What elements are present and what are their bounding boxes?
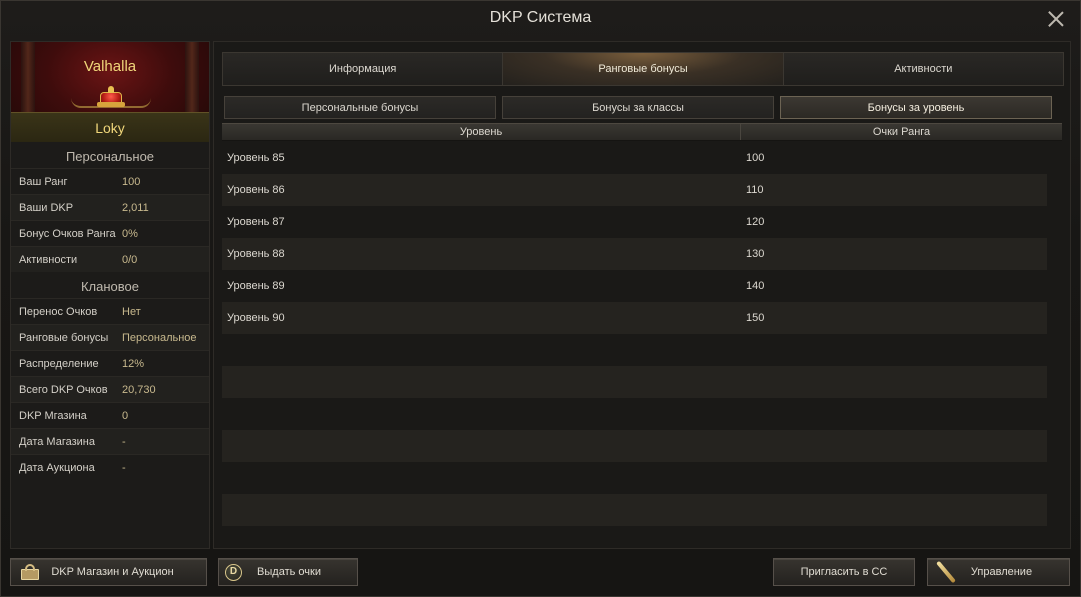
tab-3[interactable]: Активности bbox=[783, 53, 1063, 85]
column-header-level: Уровень bbox=[222, 124, 741, 140]
dkp-window: DKP Система Valhalla Loky Персональное В… bbox=[0, 0, 1081, 597]
table-row bbox=[222, 334, 1047, 366]
invite-button[interactable]: Пригласить в СС bbox=[773, 558, 915, 586]
stat-value: Персональное bbox=[122, 331, 197, 344]
sub-tabs: Персональные бонусы Бонусы за классы Бонус… bbox=[224, 96, 1054, 120]
stat-value: 2,011 bbox=[122, 201, 149, 214]
rank-points-cell: 120 bbox=[746, 216, 765, 228]
manage-button[interactable]: Управление bbox=[927, 558, 1070, 586]
stat-label: Распределение bbox=[19, 357, 99, 370]
table-row bbox=[222, 462, 1047, 494]
invite-label: Пригласить в СС bbox=[800, 566, 888, 578]
stat-row: Бонус Очков Ранга 0% bbox=[11, 220, 209, 246]
stat-label: Перенос Очков bbox=[19, 305, 98, 318]
subtab-1[interactable]: Персональные бонусы bbox=[224, 96, 496, 119]
table-row: Уровень 89 140 bbox=[222, 270, 1047, 302]
crown-icon bbox=[97, 86, 125, 108]
rank-points-cell: 130 bbox=[746, 248, 765, 260]
guild-name: Valhalla bbox=[83, 58, 137, 75]
stat-row: Распределение 12% bbox=[11, 350, 209, 376]
stat-value: Нет bbox=[122, 305, 141, 318]
feather-icon bbox=[934, 561, 956, 583]
clan-section-title: Клановое bbox=[80, 279, 140, 294]
table-row: Уровень 87 120 bbox=[222, 206, 1047, 238]
rank-points-cell: 100 bbox=[746, 152, 765, 164]
level-cell: Уровень 85 bbox=[227, 152, 285, 164]
close-icon[interactable] bbox=[1047, 10, 1065, 28]
stat-row: Ранговые бонусы Персональное bbox=[11, 324, 209, 350]
rank-points-cell: 150 bbox=[746, 312, 765, 324]
subtab-2[interactable]: Бонусы за классы bbox=[502, 96, 774, 119]
dkp-shop-auction-label: DKP Магазин и Аукцион bbox=[51, 566, 174, 578]
table-row: Уровень 90 150 bbox=[222, 302, 1047, 334]
personal-stats: Ваш Ранг 100 Ваши DKP 2,011 Бонус Очков Ранг… bbox=[11, 168, 209, 272]
table-row bbox=[222, 494, 1047, 526]
rank-points-cell: 110 bbox=[746, 184, 764, 196]
stat-row: DKP Мгазина 0 bbox=[11, 402, 209, 428]
table-row bbox=[222, 430, 1047, 462]
stat-label: Бонус Очков Ранга bbox=[19, 227, 116, 240]
dkp-shop-auction-button[interactable]: DKP Магазин и Аукцион bbox=[10, 558, 207, 586]
stat-row: Ваши DKP 2,011 bbox=[11, 194, 209, 220]
stat-value: 0/0 bbox=[122, 253, 138, 266]
window-title: DKP Система bbox=[489, 9, 592, 26]
stat-value: 0% bbox=[122, 227, 138, 240]
stat-label: Ваш Ранг bbox=[19, 175, 68, 188]
content-panel: Информация Ранговые бонусы Активности Перс… bbox=[213, 41, 1071, 549]
level-cell: Уровень 86 bbox=[227, 184, 285, 196]
clan-stats: Перенос Очков Нет Ранговые бонусы Персональ… bbox=[11, 298, 209, 480]
stat-row: Всего DKP Очков 20,730 bbox=[11, 376, 209, 402]
table-row: Уровень 88 130 bbox=[222, 238, 1047, 270]
manage-label: Управление bbox=[970, 566, 1033, 578]
table-row bbox=[222, 366, 1047, 398]
stat-label: Активности bbox=[19, 253, 78, 266]
stat-row: Дата Магазина - bbox=[11, 428, 209, 454]
stat-value: - bbox=[122, 435, 126, 448]
dkp-coin-icon: D bbox=[225, 564, 242, 581]
level-cell: Уровень 89 bbox=[227, 280, 285, 292]
give-points-label: Выдать очки bbox=[257, 566, 321, 578]
guild-banner: Valhalla Loky bbox=[11, 42, 209, 142]
tab-2[interactable]: Ранговые бонусы bbox=[503, 53, 784, 85]
stat-label: Всего DKP Очков bbox=[19, 383, 108, 396]
player-name: Loky bbox=[95, 120, 125, 136]
stat-label: Ранговые бонусы bbox=[19, 331, 109, 344]
stat-value: - bbox=[122, 461, 126, 474]
level-bonus-table: Уровень 85 100 Уровень 86 110 Уровень 87 120 У… bbox=[222, 142, 1047, 526]
column-header-rank-points: Очки Ранга bbox=[872, 126, 931, 138]
subtab-3[interactable]: Бонусы за уровень bbox=[780, 96, 1052, 119]
stat-label: Ваши DKP bbox=[19, 201, 74, 214]
table-row: Уровень 85 100 bbox=[222, 142, 1047, 174]
table-row: Уровень 86 110 bbox=[222, 174, 1047, 206]
personal-section-title: Персональное bbox=[65, 149, 155, 164]
level-cell: Уровень 90 bbox=[227, 312, 285, 324]
stat-value: 20,730 bbox=[122, 383, 156, 396]
stat-value: 12% bbox=[122, 357, 145, 370]
give-points-button[interactable]: D Выдать очки bbox=[218, 558, 358, 586]
table-row bbox=[222, 398, 1047, 430]
stat-label: Дата Аукциона bbox=[19, 461, 95, 474]
stat-label: Дата Магазина bbox=[19, 435, 95, 448]
stat-value: 100 bbox=[122, 175, 141, 188]
stat-row: Активности 0/0 bbox=[11, 246, 209, 272]
stat-value: 0 bbox=[122, 409, 129, 422]
main-tabs: Информация Ранговые бонусы Активности bbox=[222, 52, 1064, 86]
level-cell: Уровень 88 bbox=[227, 248, 285, 260]
tab-1[interactable]: Информация bbox=[223, 53, 504, 85]
stat-label: DKP Мгазина bbox=[19, 409, 87, 422]
stat-row: Перенос Очков Нет bbox=[11, 298, 209, 324]
level-cell: Уровень 87 bbox=[227, 216, 285, 228]
shop-icon bbox=[19, 562, 41, 582]
info-panel: Valhalla Loky Персональное Ваш Ранг 100 Ва… bbox=[10, 41, 210, 549]
table-header: Уровень Очки Ранга bbox=[222, 123, 1062, 141]
rank-points-cell: 140 bbox=[746, 280, 765, 292]
stat-row: Ваш Ранг 100 bbox=[11, 168, 209, 194]
stat-row: Дата Аукциона - bbox=[11, 454, 209, 480]
